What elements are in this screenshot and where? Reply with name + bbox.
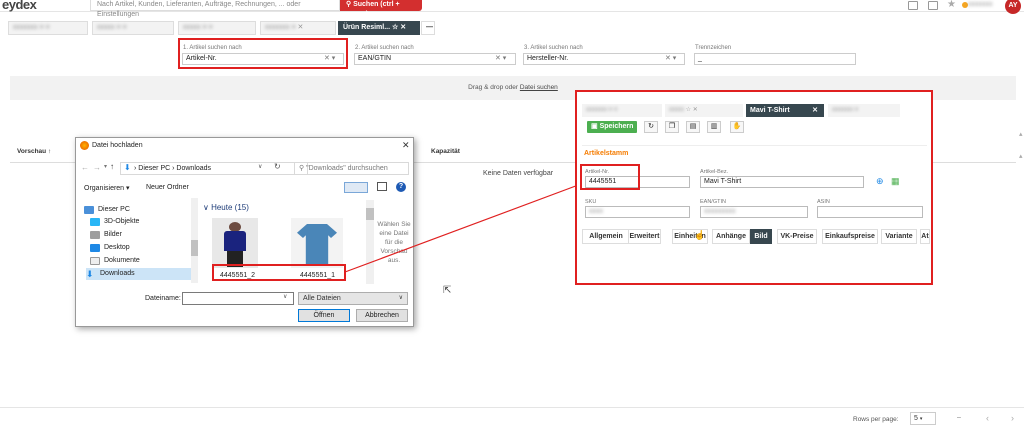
annotation-box-article (575, 90, 933, 285)
annotation-line (344, 183, 582, 273)
